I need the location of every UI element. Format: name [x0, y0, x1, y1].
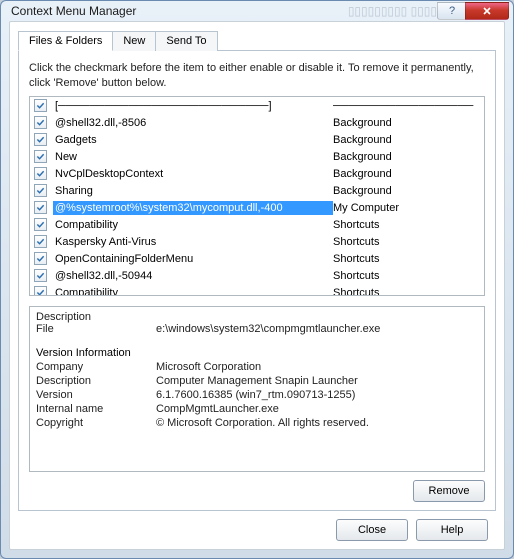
question-icon: ?	[447, 6, 457, 16]
checkbox[interactable]	[34, 184, 47, 197]
list-item[interactable]: NewBackground	[30, 148, 484, 165]
details-header-version: Version Information	[36, 347, 478, 359]
item-name: [───────────────────────────]	[53, 99, 333, 113]
check-icon	[36, 186, 45, 195]
check-icon	[36, 288, 45, 296]
detail-value: Microsoft Corporation	[156, 361, 478, 373]
tab-strip: Files & FoldersNewSend To	[18, 31, 496, 51]
detail-key: File	[36, 323, 156, 335]
checkbox[interactable]	[34, 167, 47, 180]
check-icon	[36, 169, 45, 178]
item-name: @%systemroot%\system32\mycomput.dll,-400	[53, 201, 333, 215]
close-window-button[interactable]	[465, 2, 509, 20]
window-title: Context Menu Manager	[11, 4, 340, 18]
check-icon	[36, 237, 45, 246]
checkbox[interactable]	[34, 252, 47, 265]
list-item[interactable]: NvCplDesktopContextBackground	[30, 165, 484, 182]
detail-key: Internal name	[36, 403, 156, 415]
item-category: Shortcuts	[333, 287, 480, 297]
details-panel[interactable]: Description Filee:\windows\system32\comp…	[29, 306, 485, 472]
item-category: Shortcuts	[333, 219, 480, 231]
item-category: Background	[333, 117, 480, 129]
detail-key: Description	[36, 375, 156, 387]
detail-key: Company	[36, 361, 156, 373]
detail-value: e:\windows\system32\compmgmtlauncher.exe	[156, 323, 478, 335]
check-icon	[36, 254, 45, 263]
item-name: NvCplDesktopContext	[53, 167, 333, 181]
checkbox[interactable]	[34, 269, 47, 282]
list-item[interactable]: GadgetsBackground	[30, 131, 484, 148]
remove-button[interactable]: Remove	[413, 480, 485, 502]
item-category: Background	[333, 134, 480, 146]
tab-files-folders[interactable]: Files & Folders	[18, 31, 113, 51]
checkbox[interactable]	[34, 133, 47, 146]
check-icon	[36, 135, 45, 144]
svg-text:?: ?	[449, 6, 455, 16]
item-name: @shell32.dll,-8506	[53, 116, 333, 130]
help-button-titlebar[interactable]: ?	[437, 2, 465, 20]
item-name: Kaspersky Anti-Virus	[53, 235, 333, 249]
detail-value: 6.1.7600.16385 (win7_rtm.090713-1255)	[156, 389, 478, 401]
detail-key: Copyright	[36, 417, 156, 429]
checkbox[interactable]	[34, 218, 47, 231]
list-item[interactable]: OpenContainingFolderMenuShortcuts	[30, 250, 484, 267]
titlebar[interactable]: Context Menu Manager ▯▯▯▯▯▯▯▯▯ ▯▯▯▯ ?	[1, 1, 513, 21]
window: Context Menu Manager ▯▯▯▯▯▯▯▯▯ ▯▯▯▯ ? Fi…	[0, 0, 514, 559]
background-window-text: ▯▯▯▯▯▯▯▯▯ ▯▯▯▯	[348, 4, 437, 18]
checkbox[interactable]	[34, 150, 47, 163]
list-item[interactable]: [───────────────────────────]───────────…	[30, 97, 484, 114]
checkbox[interactable]	[34, 235, 47, 248]
item-name: OpenContainingFolderMenu	[53, 252, 333, 266]
item-category: My Computer	[333, 202, 480, 214]
item-category: Shortcuts	[333, 270, 480, 282]
close-icon	[482, 6, 492, 16]
list-item[interactable]: SharingBackground	[30, 182, 484, 199]
client-area: Files & FoldersNewSend To Click the chec…	[9, 21, 505, 550]
items-list[interactable]: [───────────────────────────]───────────…	[29, 96, 485, 296]
checkbox[interactable]	[34, 201, 47, 214]
list-item[interactable]: CompatibilityShortcuts	[30, 284, 484, 296]
item-category: ──────────────────	[333, 100, 480, 112]
item-name: @shell32.dll,-50944	[53, 269, 333, 283]
item-category: Background	[333, 168, 480, 180]
help-button[interactable]: Help	[416, 519, 488, 541]
item-category: Shortcuts	[333, 253, 480, 265]
detail-value: Computer Management Snapin Launcher	[156, 375, 478, 387]
checkbox[interactable]	[34, 286, 47, 296]
check-icon	[36, 118, 45, 127]
check-icon	[36, 101, 45, 110]
item-name: Compatibility	[53, 218, 333, 232]
list-item[interactable]: @shell32.dll,-50944Shortcuts	[30, 267, 484, 284]
item-category: Shortcuts	[333, 236, 480, 248]
detail-key: Version	[36, 389, 156, 401]
details-header-description: Description	[36, 311, 156, 323]
check-icon	[36, 203, 45, 212]
instruction-text: Click the checkmark before the item to e…	[29, 61, 485, 90]
close-button[interactable]: Close	[336, 519, 408, 541]
list-item[interactable]: @shell32.dll,-8506Background	[30, 114, 484, 131]
item-category: Background	[333, 185, 480, 197]
tab-send-to[interactable]: Send To	[155, 31, 217, 51]
tab-new[interactable]: New	[112, 31, 156, 51]
tab-panel: Click the checkmark before the item to e…	[18, 50, 496, 511]
check-icon	[36, 152, 45, 161]
list-item[interactable]: Kaspersky Anti-VirusShortcuts	[30, 233, 484, 250]
check-icon	[36, 220, 45, 229]
item-name: Compatibility	[53, 286, 333, 297]
item-category: Background	[333, 151, 480, 163]
item-name: Sharing	[53, 184, 333, 198]
item-name: Gadgets	[53, 133, 333, 147]
checkbox[interactable]	[34, 99, 47, 112]
check-icon	[36, 271, 45, 280]
detail-value: CompMgmtLauncher.exe	[156, 403, 478, 415]
detail-value: © Microsoft Corporation. All rights rese…	[156, 417, 478, 429]
list-item[interactable]: @%systemroot%\system32\mycomput.dll,-400…	[30, 199, 484, 216]
list-item[interactable]: CompatibilityShortcuts	[30, 216, 484, 233]
item-name: New	[53, 150, 333, 164]
checkbox[interactable]	[34, 116, 47, 129]
